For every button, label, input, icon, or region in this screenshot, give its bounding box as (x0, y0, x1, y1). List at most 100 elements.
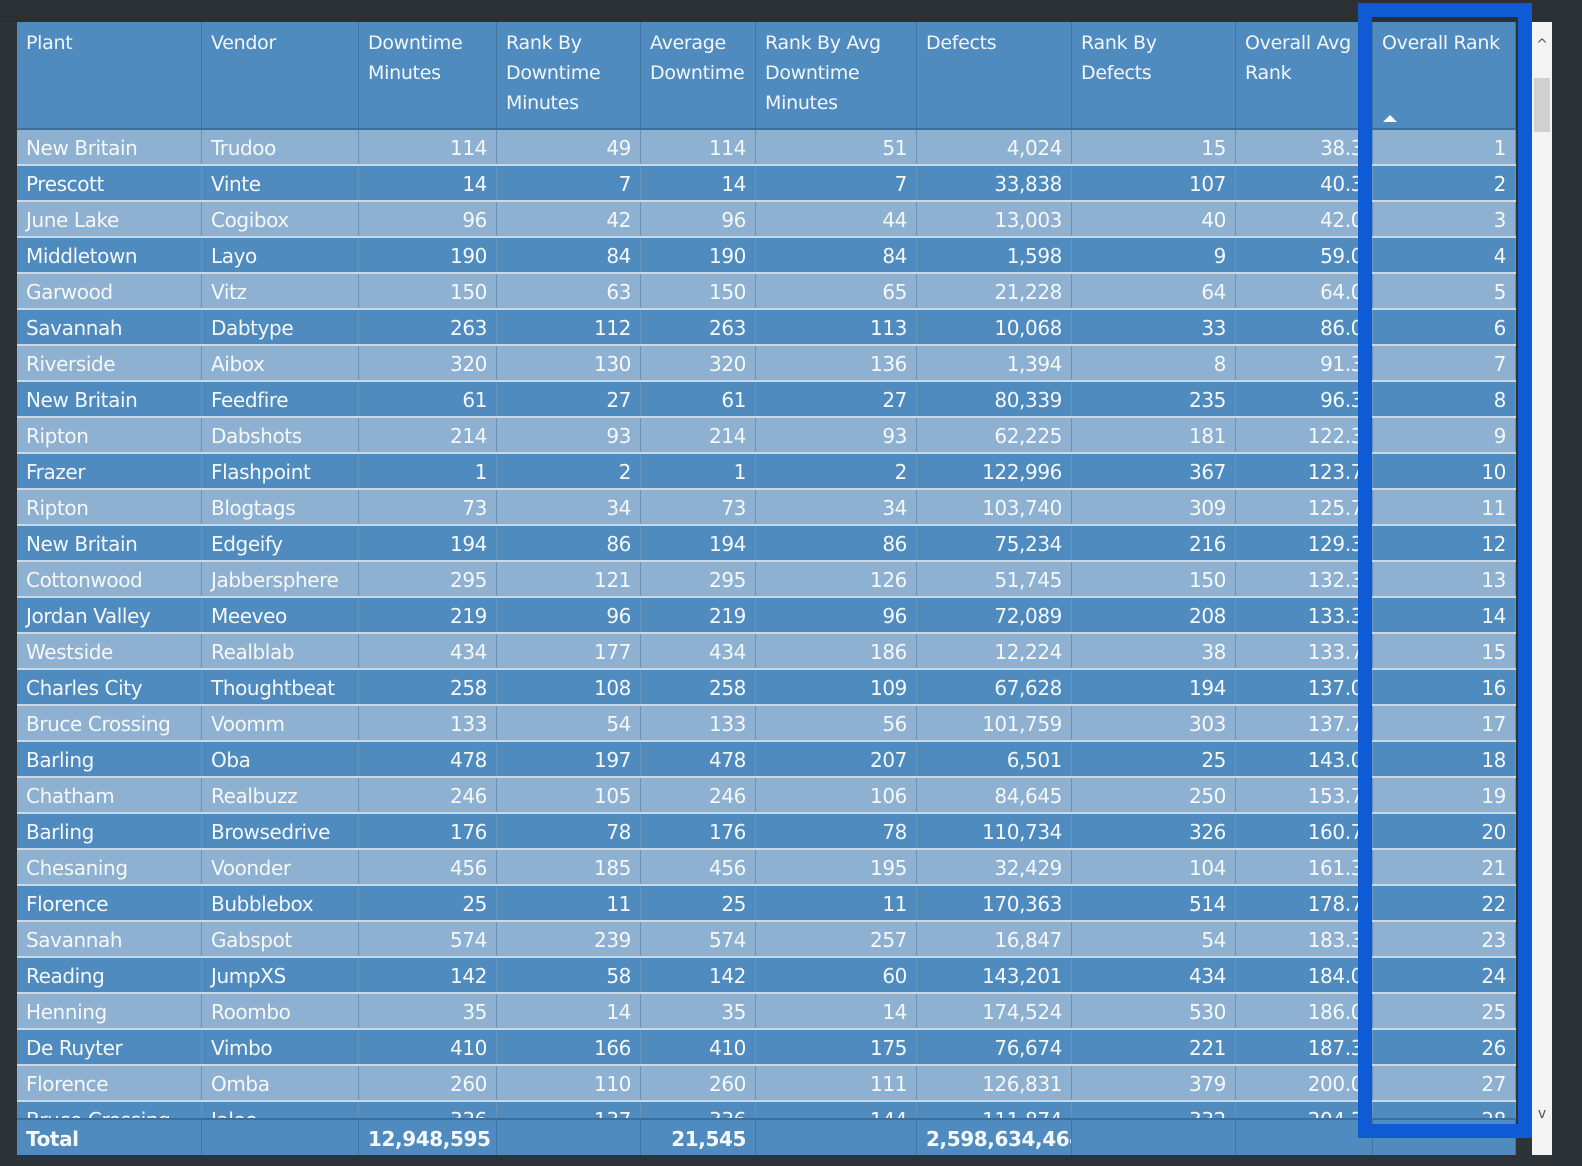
cell-rank-by-avg-downtime: 136 (756, 346, 917, 380)
column-header-defects[interactable]: Defects (917, 22, 1072, 128)
table-row[interactable]: Ripton Dabshots 214 93 214 93 62,225 181 122.3 9 (17, 418, 1516, 454)
cell-rank-by-defects: 194 (1072, 670, 1236, 704)
cell-rank-by-downtime: 7 (497, 166, 641, 200)
cell-rank-by-downtime: 86 (497, 526, 641, 560)
scroll-thumb[interactable] (1534, 78, 1550, 132)
table-row[interactable]: Florence Omba 260 110 260 111 126,831 379 200.0 2… (17, 1066, 1516, 1102)
table-row[interactable]: Savannah Dabtype 263 112 263 113 10,068 33 86.0 6 (17, 310, 1516, 346)
cell-rank-by-avg-downtime: 257 (756, 922, 917, 956)
table-row[interactable]: June Lake Cogibox 96 42 96 44 13,003 40 42.0 3 (17, 202, 1516, 238)
column-header-overall-avg-rank[interactable]: Overall Avg Rank (1236, 22, 1373, 128)
cell-overall-rank: 25 (1373, 994, 1516, 1028)
table-row[interactable]: Garwood Vitz 150 63 150 65 21,228 64 64.0 5 (17, 274, 1516, 310)
cell-rank-by-defects: 303 (1072, 706, 1236, 740)
table-row[interactable]: Savannah Gabspot 574 239 574 257 16,847 54 183.3… (17, 922, 1516, 958)
cell-overall-rank: 15 (1373, 634, 1516, 668)
table-row[interactable]: Barling Browsedrive 176 78 176 78 110,734 326 16… (17, 814, 1516, 850)
cell-overall-rank: 21 (1373, 850, 1516, 884)
cell-vendor: Vinte (202, 166, 359, 200)
cell-average-downtime: 258 (641, 670, 756, 704)
cell-rank-by-avg-downtime: 126 (756, 562, 917, 596)
cell-rank-by-defects: 332 (1072, 1102, 1236, 1118)
cell-defects: 143,201 (917, 958, 1072, 992)
column-header-label: Average Downtime (650, 32, 745, 84)
cell-plant: Bruce Crossing (17, 706, 202, 740)
cell-rank-by-avg-downtime: 109 (756, 670, 917, 704)
cell-rank-by-downtime: 130 (497, 346, 641, 380)
cell-rank-by-avg-downtime: 51 (756, 130, 917, 164)
column-header-rank-by-defects[interactable]: Rank By Defects (1072, 22, 1236, 128)
cell-rank-by-downtime: 14 (497, 994, 641, 1028)
table-row[interactable]: Frazer Flashpoint 1 2 1 2 122,996 367 123.7 10 (17, 454, 1516, 490)
cell-rank-by-avg-downtime: 96 (756, 598, 917, 632)
cell-defects: 126,831 (917, 1066, 1072, 1100)
total-rank-by-defects (1072, 1120, 1236, 1155)
cell-average-downtime: 214 (641, 418, 756, 452)
table-row[interactable]: Reading JumpXS 142 58 142 60 143,201 434 184.0 24 (17, 958, 1516, 994)
column-header-label: Rank By Defects (1081, 32, 1157, 84)
scroll-up-icon[interactable]: ^ (1532, 34, 1552, 56)
sort-ascending-icon[interactable] (1383, 115, 1397, 122)
cell-overall-rank: 27 (1373, 1066, 1516, 1100)
cell-rank-by-defects: 221 (1072, 1030, 1236, 1064)
cell-vendor: Vitz (202, 274, 359, 308)
cell-defects: 67,628 (917, 670, 1072, 704)
cell-rank-by-avg-downtime: 2 (756, 454, 917, 488)
table-row[interactable]: Henning Roombo 35 14 35 14 174,524 530 186.0 25 (17, 994, 1516, 1030)
table-row[interactable]: De Ruyter Vimbo 410 166 410 175 76,674 221 187.3… (17, 1030, 1516, 1066)
table-row[interactable]: Jordan Valley Meeveo 219 96 219 96 72,089 208 13… (17, 598, 1516, 634)
table-row[interactable]: New Britain Feedfire 61 27 61 27 80,339 235 96.3… (17, 382, 1516, 418)
cell-vendor: Jabbersphere (202, 562, 359, 596)
cell-average-downtime: 410 (641, 1030, 756, 1064)
cell-rank-by-avg-downtime: 34 (756, 490, 917, 524)
column-header-rank-by-avg-downtime[interactable]: Rank By Avg Downtime Minutes (756, 22, 917, 128)
cell-rank-by-defects: 54 (1072, 922, 1236, 956)
cell-rank-by-avg-downtime: 44 (756, 202, 917, 236)
table-row[interactable]: New Britain Trudoo 114 49 114 51 4,024 15 38.3 1 (17, 130, 1516, 166)
table-row[interactable]: Bruce CrossingJaloo336137336144111,87433… (17, 1102, 1516, 1118)
column-header-rank-by-downtime[interactable]: Rank By Downtime Minutes (497, 22, 641, 128)
vertical-scrollbar[interactable]: ^ v (1532, 22, 1552, 1155)
table-row[interactable]: Florence Bubblebox 25 11 25 11 170,363 514 178.7… (17, 886, 1516, 922)
scroll-down-icon[interactable]: v (1532, 1103, 1552, 1125)
cell-rank-by-defects: 25 (1072, 742, 1236, 776)
cell-overall-rank: 7 (1373, 346, 1516, 380)
column-header-vendor[interactable]: Vendor (202, 22, 359, 128)
table-header: Plant Vendor Downtime Minutes Rank By Downt… (17, 22, 1516, 130)
cell-plant: Charles City (17, 670, 202, 704)
cell-vendor: Edgeify (202, 526, 359, 560)
table-row[interactable]: Cottonwood Jabbersphere 295 121 295 126 51,745… (17, 562, 1516, 598)
cell-downtime-minutes: 295 (359, 562, 497, 596)
cell-average-downtime: 73 (641, 490, 756, 524)
column-header-plant[interactable]: Plant (17, 22, 202, 128)
table-row[interactable]: Chatham Realbuzz 246 105 246 106 84,645 250 153.… (17, 778, 1516, 814)
cell-plant: Chatham (17, 778, 202, 812)
cell-overall-rank: 19 (1373, 778, 1516, 812)
table-row[interactable]: Westside Realblab 434 177 434 186 12,224 38 133.… (17, 634, 1516, 670)
cell-plant: Savannah (17, 310, 202, 344)
table-row[interactable]: Prescott Vinte 14 7 14 7 33,838 107 40.3 2 (17, 166, 1516, 202)
table-row[interactable]: Bruce Crossing Voomm 133 54 133 56 101,759 303 1… (17, 706, 1516, 742)
total-overall-avg-rank (1236, 1120, 1373, 1155)
cell-average-downtime: 142 (641, 958, 756, 992)
table-row[interactable]: New Britain Edgeify 194 86 194 86 75,234 216 129… (17, 526, 1516, 562)
cell-rank-by-downtime: 121 (497, 562, 641, 596)
cell-plant: Ripton (17, 490, 202, 524)
total-rank-by-downtime (497, 1120, 641, 1155)
table-row[interactable]: Barling Oba 478 197 478 207 6,501 25 143.0 18 (17, 742, 1516, 778)
column-header-overall-rank[interactable]: Overall Rank (1373, 22, 1516, 128)
table-row[interactable]: Riverside Aibox 320 130 320 136 1,394 8 91.3 7 (17, 346, 1516, 382)
cell-plant: Bruce Crossing (17, 1102, 202, 1118)
column-header-downtime-minutes[interactable]: Downtime Minutes (359, 22, 497, 128)
table-row[interactable]: Chesaning Voonder 456 185 456 195 32,429 104 161… (17, 850, 1516, 886)
cell-defects: 33,838 (917, 166, 1072, 200)
cell-downtime-minutes: 456 (359, 850, 497, 884)
total-rank-by-avg-downtime (756, 1120, 917, 1155)
cell-defects: 84,645 (917, 778, 1072, 812)
table-row[interactable]: Charles City Thoughtbeat 258 108 258 109 67,62… (17, 670, 1516, 706)
column-header-average-downtime[interactable]: Average Downtime (641, 22, 756, 128)
table-row[interactable]: Ripton Blogtags 73 34 73 34 103,740 309 125.7 11 (17, 490, 1516, 526)
cell-overall-rank: 26 (1373, 1030, 1516, 1064)
table-row[interactable]: Middletown Layo 190 84 190 84 1,598 9 59.0 4 (17, 238, 1516, 274)
cell-vendor: Vimbo (202, 1030, 359, 1064)
